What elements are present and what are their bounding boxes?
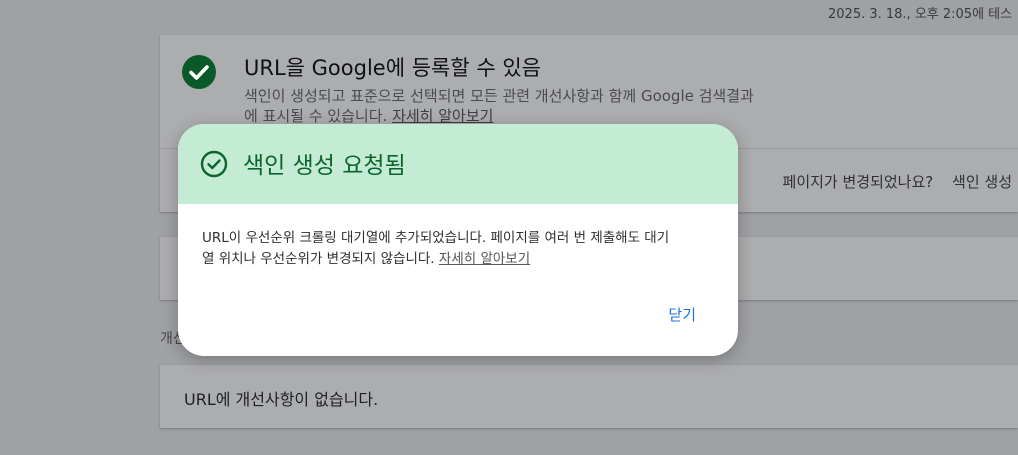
dialog-body-line2: 열 위치나 우선순위가 변경되지 않습니다.: [202, 251, 435, 267]
dialog-body-line1: URL이 우선순위 크롤링 대기열에 추가되었습니다. 페이지를 여러 번 제출…: [202, 230, 670, 246]
indexing-requested-dialog: 색인 생성 요청됨 URL이 우선순위 크롤링 대기열에 추가되었습니다. 페이…: [178, 124, 738, 356]
status-description-line2: 에 표시될 수 있습니다.: [244, 107, 388, 125]
improvements-text: URL에 개선사항이 없습니다.: [184, 390, 379, 409]
dialog-learn-more-link[interactable]: 자세히 알아보기: [439, 251, 530, 267]
status-description-line1: 색인이 생성되고 표준으로 선택되면 모든 관련 개선사항과 함께 Google…: [244, 87, 754, 105]
improvements-card: URL에 개선사항이 없습니다.: [160, 365, 1018, 428]
status-footer: 페이지가 변경되었나요? 색인 생성: [769, 171, 1012, 192]
page-changed-question: 페이지가 변경되었나요?: [782, 173, 934, 191]
check-circle-outline-icon: [200, 150, 228, 178]
status-learn-more-link[interactable]: 자세히 알아보기: [392, 107, 493, 125]
dialog-body: URL이 우선순위 크롤링 대기열에 추가되었습니다. 페이지를 여러 번 제출…: [202, 228, 722, 270]
check-circle-icon: [182, 55, 216, 89]
status-description: 색인이 생성되고 표준으로 선택되면 모든 관련 개선사항과 함께 Google…: [244, 86, 844, 126]
request-indexing-button[interactable]: 색인 생성: [952, 173, 1012, 191]
timestamp: 2025. 3. 18., 오후 2:05에 테스: [828, 7, 1013, 22]
close-button[interactable]: 닫기: [656, 300, 708, 329]
status-title: URL을 Google에 등록할 수 있음: [244, 56, 541, 80]
dialog-header: 색인 생성 요청됨: [178, 124, 738, 204]
dialog-title: 색인 생성 요청됨: [243, 153, 406, 179]
